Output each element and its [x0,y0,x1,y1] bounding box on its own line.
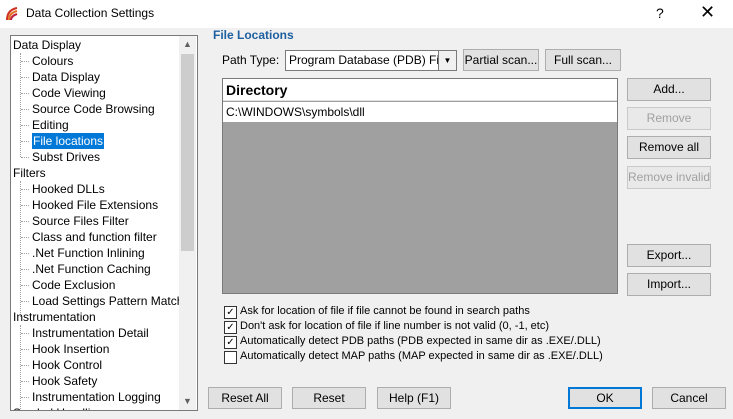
tree-line [21,237,29,238]
tree-line [21,253,29,254]
tree-item[interactable]: Hooked File Extensions [32,197,158,213]
tree-item[interactable]: .Net Function Inlining [32,245,145,261]
tree-item[interactable]: Hooked DLLs [32,181,105,197]
directory-column-header[interactable]: Directory [223,79,617,101]
tree-line [21,397,29,398]
directory-list[interactable]: Directory C:\WINDOWS\symbols\dll [222,78,618,294]
option-label[interactable]: Ask for location of file if file cannot … [240,305,530,317]
tree-line [21,333,29,334]
tree-item[interactable]: File locations [32,133,105,149]
ok-button[interactable]: OK [568,387,642,409]
path-type-label: Path Type: [222,53,280,67]
tree-item[interactable]: Source Files Filter [32,213,129,229]
tree-scrollbar[interactable]: ▲ ▼ [179,36,196,410]
tree-line [21,301,29,302]
add-button[interactable]: Add... [627,78,711,101]
tree-item[interactable]: Instrumentation Detail [32,325,149,341]
cancel-button[interactable]: Cancel [652,387,726,409]
tree-item[interactable]: Editing [32,117,69,133]
list-item[interactable]: C:\WINDOWS\symbols\dll [223,102,617,122]
tree-line [21,157,29,158]
tree-item[interactable]: Hook Safety [32,373,97,389]
tree-item[interactable]: Data Display [32,69,100,85]
tree-item[interactable]: Symbol Handling [13,405,104,410]
import-button[interactable]: Import... [627,273,711,296]
tree-line [21,77,29,78]
remove-button[interactable]: Remove [627,107,711,130]
tree-line [21,269,29,270]
option-checkbox[interactable]: ✓ [224,336,237,349]
tree-line [21,141,29,142]
reset-all-button[interactable]: Reset All [208,387,282,409]
help-button[interactable]: Help (F1) [377,387,451,409]
option-checkbox[interactable] [224,351,237,364]
chevron-down-icon[interactable]: ▼ [438,51,456,70]
option-checkbox[interactable]: ✓ [224,321,237,334]
help-icon[interactable]: ? [656,5,664,21]
scroll-thumb[interactable] [181,54,194,251]
tree-item[interactable]: Instrumentation Logging [32,389,161,405]
remove-invalid-button[interactable]: Remove invalid [627,166,711,189]
close-icon[interactable]: ✕ [700,2,715,23]
full-scan-button[interactable]: Full scan... [545,49,621,71]
partial-scan-button[interactable]: Partial scan... [463,49,539,71]
settings-tree[interactable]: Data Display Colours Data Display Code View… [10,35,198,411]
tree-line [21,221,29,222]
tree-item[interactable]: Hook Control [32,357,102,373]
window-title: Data Collection Settings [26,6,155,20]
export-button[interactable]: Export... [627,244,711,267]
remove-all-button[interactable]: Remove all [627,136,711,159]
tree-line [21,285,29,286]
tree-line [20,325,21,410]
path-type-select[interactable]: Program Database (PDB) Files ▼ [285,50,457,71]
path-type-value: Program Database (PDB) Files [289,53,455,67]
tree-item[interactable]: .Net Function Caching [32,261,151,277]
scroll-down-icon[interactable]: ▼ [179,393,196,410]
tree-line [21,189,29,190]
panel-title: File Locations [213,28,294,42]
tree-item[interactable]: Data Display [13,37,81,53]
tree-item[interactable]: Filters [13,165,46,181]
tree-line [21,349,29,350]
tree-item[interactable]: Load Settings Pattern Match [32,293,183,309]
tree-line [21,109,29,110]
tree-line [20,181,21,317]
title-bar: Data Collection Settings ? ✕ [0,0,733,28]
tree-line [21,365,29,366]
tree-item[interactable]: Colours [32,53,73,69]
option-label[interactable]: Don't ask for location of file if line n… [240,320,549,332]
tree-item[interactable]: Subst Drives [32,149,100,165]
tree-line [21,205,29,206]
scroll-up-icon[interactable]: ▲ [179,36,196,53]
option-label[interactable]: Automatically detect PDB paths (PDB expe… [240,335,601,347]
option-label[interactable]: Automatically detect MAP paths (MAP expe… [240,350,603,362]
reset-button[interactable]: Reset [292,387,366,409]
tree-line [21,93,29,94]
tree-line [21,381,29,382]
tree-item[interactable]: Class and function filter [32,229,157,245]
app-icon [6,7,18,21]
tree-line [21,125,29,126]
tree-line [21,61,29,62]
option-checkbox[interactable]: ✓ [224,306,237,319]
tree-item[interactable]: Code Exclusion [32,277,115,293]
tree-item[interactable]: Code Viewing [32,85,106,101]
tree-item[interactable]: Hook Insertion [32,341,109,357]
tree-item[interactable]: Instrumentation [13,309,96,325]
tree-item[interactable]: Source Code Browsing [32,101,155,117]
